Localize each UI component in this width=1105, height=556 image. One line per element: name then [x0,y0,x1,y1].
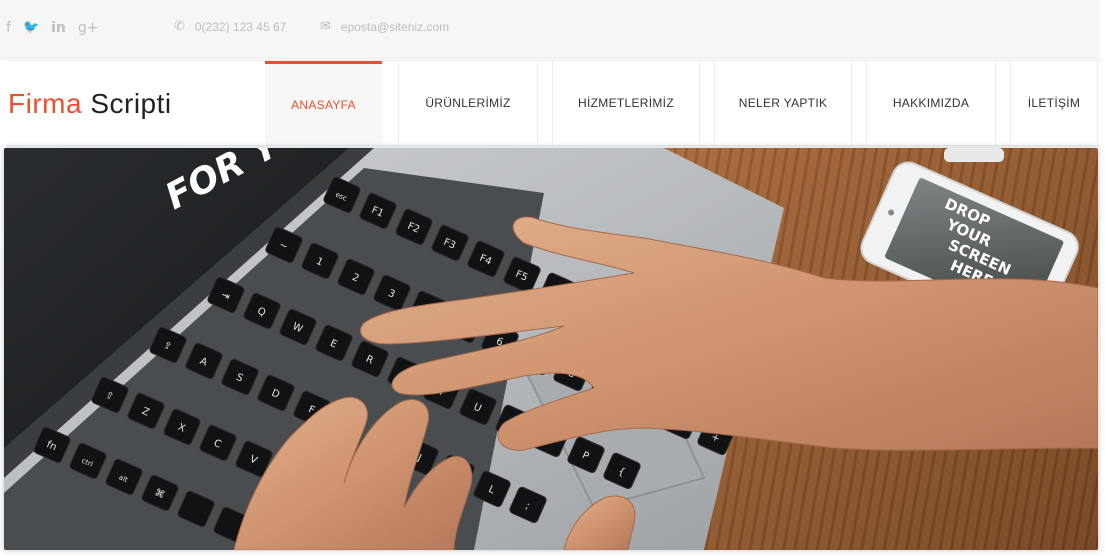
nav-label: İLETİŞİM [1027,96,1081,110]
logo[interactable]: Firma Scripti [8,88,172,120]
nav-item-neler-yaptik[interactable]: NELER YAPTIK [714,61,852,145]
nav-label: NELER YAPTIK [738,96,828,110]
linkedin-icon[interactable]: in [51,20,66,36]
envelope-icon: ✉ [320,19,331,34]
phone-contact: ✆ 0(232) 123 45 67 [174,19,286,34]
nav-item-anasayfa[interactable]: ANASAYFA [265,61,382,145]
email-contact: ✉ eposta@siteniz.com [320,19,449,34]
google-plus-icon[interactable]: g+ [78,20,99,36]
logo-part-1: Firma [8,88,83,119]
phone-number: 0(232) 123 45 67 [194,19,287,34]
page: f 🐦 in g+ ✆ 0(232) 123 45 67 ✉ eposta@si… [0,0,1105,556]
header-nav-row: Firma Scripti ANASAYFA ÜRÜNLERİMİZ HİZME… [6,60,1100,146]
hero-photo: FOR Y escF1F2F3F4F5F6F7F8F9F10~123456789… [4,148,1098,550]
nav-item-urunlerimiz[interactable]: ÜRÜNLERİMİZ [398,61,538,145]
nav-label: ÜRÜNLERİMİZ [425,96,511,110]
device-edge [944,148,1004,162]
hero-banner: FOR Y escF1F2F3F4F5F6F7F8F9F10~123456789… [4,148,1098,550]
top-bar: f 🐦 in g+ ✆ 0(232) 123 45 67 ✉ eposta@si… [0,0,1100,59]
nav-label: HAKKIMIZDA [892,96,970,110]
nav-item-hakkimizda[interactable]: HAKKIMIZDA [866,61,996,145]
facebook-icon[interactable]: f [6,20,11,36]
nav-label: HİZMETLERİMİZ [578,96,674,110]
logo-part-2: Scripti [90,88,172,119]
social-links: f 🐦 in g+ [6,20,99,36]
nav-item-hizmetlerimiz[interactable]: HİZMETLERİMİZ [552,61,700,145]
twitter-icon[interactable]: 🐦 [23,20,39,36]
phone-icon: ✆ [174,19,185,34]
nav-item-iletisim[interactable]: İLETİŞİM [1010,61,1098,145]
nav-label: ANASAYFA [291,97,356,112]
email-address[interactable]: eposta@siteniz.com [341,20,449,34]
